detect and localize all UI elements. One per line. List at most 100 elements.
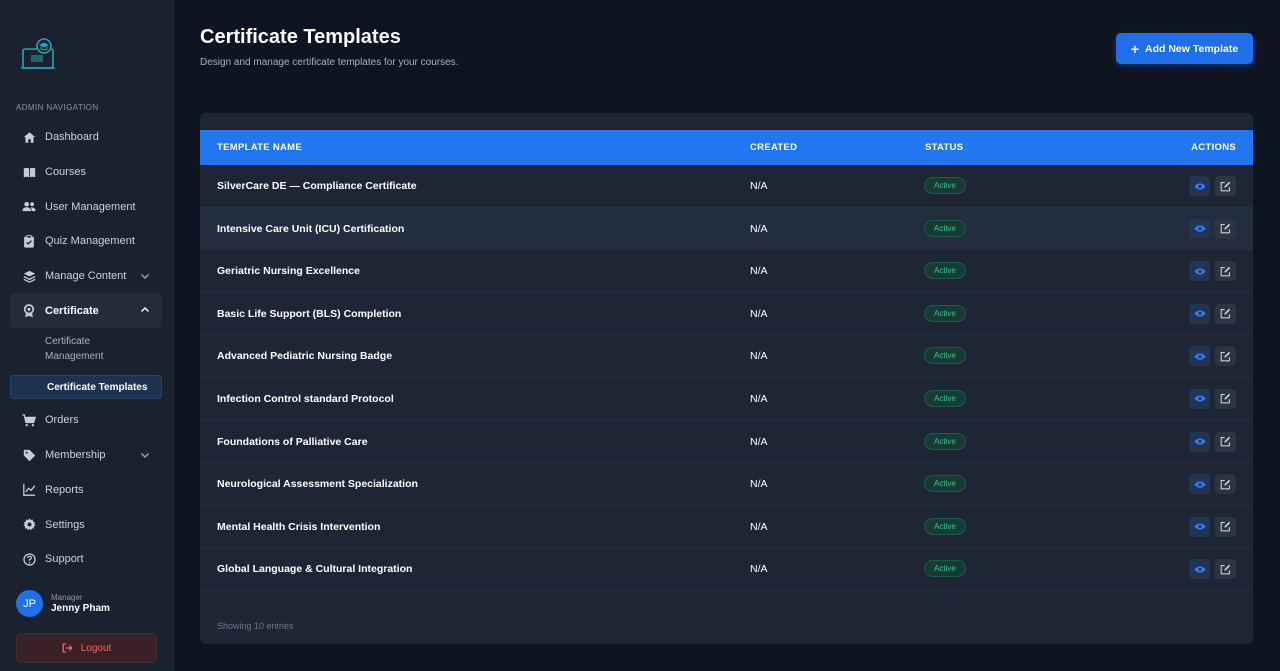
template-name: SilverCare DE — Compliance Certificate xyxy=(217,180,417,192)
view-button[interactable] xyxy=(1189,388,1210,409)
user-name: Jenny Pham xyxy=(51,603,110,614)
view-button[interactable] xyxy=(1189,261,1210,282)
created-date: N/A xyxy=(750,392,768,405)
table-row[interactable]: Mental Health Crisis Intervention N/A Acti… xyxy=(200,506,1253,549)
sidebar-item-orders[interactable]: Orders xyxy=(10,403,162,438)
view-button[interactable] xyxy=(1189,559,1210,580)
template-name: Infection Control standard Protocol xyxy=(217,392,394,405)
logout-icon xyxy=(62,643,73,653)
sidebar-item-user-management[interactable]: User Management xyxy=(10,189,162,224)
sidebar-item-settings[interactable]: Settings xyxy=(10,507,162,542)
edit-button[interactable] xyxy=(1215,516,1236,537)
template-name: Advanced Pediatric Nursing Badge xyxy=(217,350,393,363)
sidebar-item-support[interactable]: Support xyxy=(10,542,162,577)
users-icon xyxy=(22,200,36,214)
status-badge: Active xyxy=(924,347,966,365)
created-date: N/A xyxy=(750,222,768,235)
edit-button[interactable] xyxy=(1215,176,1236,196)
logout-button[interactable]: Logout xyxy=(16,633,157,663)
sidebar-item-label: Manage Content xyxy=(45,270,127,283)
template-name: Intensive Care Unit (ICU) Certification xyxy=(217,222,405,235)
edit-button[interactable] xyxy=(1215,346,1236,367)
created-date: N/A xyxy=(750,265,768,278)
chevron-up-icon xyxy=(140,305,150,315)
cart-icon xyxy=(22,413,36,427)
edit-button[interactable] xyxy=(1215,303,1236,324)
sidebar-item-label: Orders xyxy=(45,414,79,427)
add-button-label: Add New Template xyxy=(1145,42,1239,55)
table-row[interactable]: Infection Control standard Protocol N/A Ac… xyxy=(200,378,1253,421)
view-button[interactable] xyxy=(1189,218,1210,239)
table-row[interactable]: Basic Life Support (BLS) Completion N/A Ac… xyxy=(200,293,1253,336)
edit-icon xyxy=(1220,309,1231,319)
table-row[interactable]: Geriatric Nursing Excellence N/A Active xyxy=(200,250,1253,293)
plus-icon: + xyxy=(1130,40,1140,57)
created-date: N/A xyxy=(750,435,768,448)
row-actions xyxy=(1184,474,1236,495)
edit-button[interactable] xyxy=(1215,218,1236,239)
page-title: Certificate Templates xyxy=(200,26,401,48)
status-badge: Active xyxy=(924,560,966,578)
sidebar-item-label: Support xyxy=(45,553,84,566)
eye-icon xyxy=(1193,523,1206,530)
view-button[interactable] xyxy=(1189,176,1210,196)
table-row[interactable]: SilverCare DE — Compliance Certificate N/… xyxy=(200,165,1253,208)
sidebar-item-label: Certificate xyxy=(45,304,99,317)
add-new-template-button[interactable]: + Add New Template xyxy=(1116,33,1253,64)
gear-icon xyxy=(22,518,36,532)
status-badge: Active xyxy=(924,177,966,194)
edit-button[interactable] xyxy=(1215,431,1236,452)
table-row[interactable]: Intensive Care Unit (ICU) Certification N… xyxy=(200,207,1253,251)
template-name: Mental Health Crisis Intervention xyxy=(217,520,381,533)
edit-icon xyxy=(1220,479,1231,490)
row-actions xyxy=(1184,261,1236,282)
view-button[interactable] xyxy=(1189,303,1210,324)
row-actions xyxy=(1184,388,1236,409)
edit-icon xyxy=(1220,564,1231,575)
sidebar-subitem-certificate-management[interactable]: Certificate Management xyxy=(10,328,162,375)
view-button[interactable] xyxy=(1189,474,1210,495)
sidebar-item-quiz-management[interactable]: Quiz Management xyxy=(10,224,162,259)
edit-button[interactable] xyxy=(1215,559,1236,580)
sidebar-item-manage-content[interactable]: Manage Content xyxy=(10,259,162,294)
sidebar-item-reports[interactable]: Reports xyxy=(10,473,162,508)
row-actions xyxy=(1184,176,1236,196)
created-date: N/A xyxy=(750,350,768,363)
sidebar-item-label: Quiz Management xyxy=(45,235,135,248)
template-name: Geriatric Nursing Excellence xyxy=(217,265,360,278)
table-header: TEMPLATE NAME CREATED STATUS ACTIONS xyxy=(200,130,1253,165)
template-name: Neurological Assessment Specialization xyxy=(217,478,418,491)
row-actions xyxy=(1184,516,1236,537)
column-header-actions: ACTIONS xyxy=(1191,142,1236,153)
edit-icon xyxy=(1220,266,1231,277)
question-icon xyxy=(22,552,36,566)
table-body: SilverCare DE — Compliance Certificate N/… xyxy=(200,165,1253,591)
eye-icon xyxy=(1193,438,1206,445)
edit-button[interactable] xyxy=(1215,388,1236,409)
column-header-template-name: TEMPLATE NAME xyxy=(217,142,302,153)
row-actions xyxy=(1184,218,1236,239)
logo[interactable] xyxy=(20,36,56,72)
view-button[interactable] xyxy=(1189,431,1210,452)
table-row[interactable]: Neurological Assessment Specialization N/… xyxy=(200,463,1253,506)
table-row[interactable]: Foundations of Palliative Care N/A Active xyxy=(200,421,1253,464)
status-badge: Active xyxy=(924,219,966,237)
edit-icon xyxy=(1220,181,1231,191)
sidebar-item-certificate[interactable]: Certificate xyxy=(10,293,162,329)
table-row[interactable]: Global Language & Cultural Integration N/… xyxy=(200,548,1253,591)
sidebar-item-courses[interactable]: Courses xyxy=(10,155,162,190)
sidebar-item-membership[interactable]: Membership xyxy=(10,438,162,473)
user-profile[interactable]: JP Manager Jenny Pham xyxy=(16,590,110,617)
book-icon xyxy=(22,165,36,179)
clipboard-icon xyxy=(22,234,36,248)
sidebar-subitem-certificate-templates[interactable]: Certificate Templates xyxy=(10,375,162,400)
status-badge: Active xyxy=(924,389,966,407)
table-row[interactable]: Advanced Pediatric Nursing Badge N/A Activ… xyxy=(200,335,1253,378)
sidebar-item-dashboard[interactable]: Dashboard xyxy=(10,120,162,155)
edit-button[interactable] xyxy=(1215,474,1236,495)
column-header-created: CREATED xyxy=(750,142,798,153)
view-button[interactable] xyxy=(1189,516,1210,537)
view-button[interactable] xyxy=(1189,346,1210,367)
edit-button[interactable] xyxy=(1215,261,1236,282)
eye-icon xyxy=(1193,268,1206,275)
